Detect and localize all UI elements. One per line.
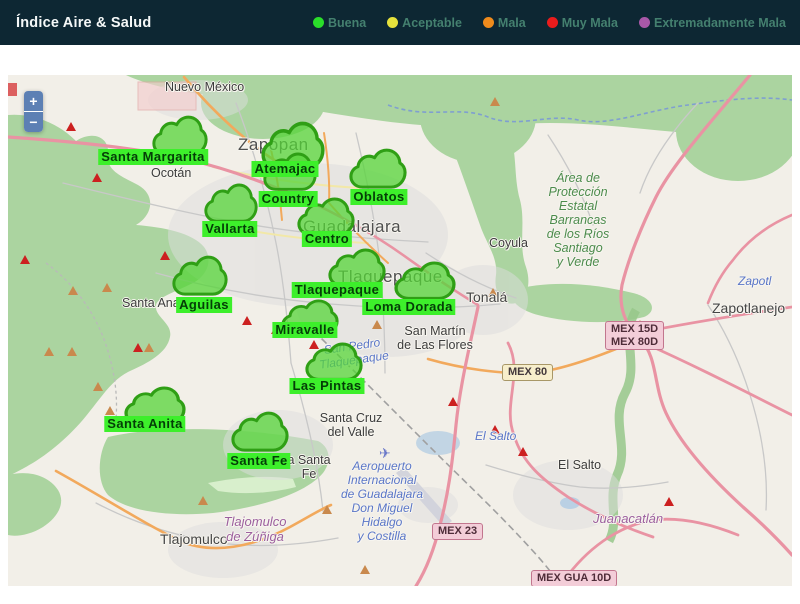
aqi-marker-aguilas[interactable] xyxy=(172,255,228,302)
legend-label: Mala xyxy=(498,16,526,30)
app-header: Índice Aire & Salud Buena Aceptable Mala Mu… xyxy=(0,0,800,45)
place-label: a Santa Fe xyxy=(287,453,330,481)
peak-icon xyxy=(372,320,382,329)
marker-label-santa-margarita[interactable]: Santa Margarita xyxy=(98,149,208,165)
cloud-icon xyxy=(231,411,289,453)
cloud-icon xyxy=(349,148,407,190)
place-label: Zapotlanejo xyxy=(712,300,785,316)
place-label: El Salto xyxy=(558,458,601,472)
peak-icon xyxy=(160,251,170,260)
peak-icon xyxy=(102,283,112,292)
peak-icon xyxy=(67,347,77,356)
place-label: San Martín de Las Flores xyxy=(397,324,473,352)
legend-dot-icon xyxy=(547,17,558,28)
legend-dot-icon xyxy=(483,17,494,28)
marker-label-las-pintas[interactable]: Las Pintas xyxy=(289,378,364,394)
place-label: Santa Cruz del Valle xyxy=(320,411,383,439)
zoom-out-button[interactable]: − xyxy=(24,112,43,132)
marker-label-aguilas[interactable]: Aguilas xyxy=(176,297,232,313)
place-label: Tonalá xyxy=(466,289,507,305)
peak-icon xyxy=(242,316,252,325)
place-label: Nuevo México xyxy=(165,80,244,94)
airport-icon: ✈ xyxy=(379,445,391,462)
peak-icon xyxy=(448,397,458,406)
peak-icon xyxy=(490,97,500,106)
cloud-icon xyxy=(204,183,258,224)
zoom-in-button[interactable]: + xyxy=(24,91,43,111)
marker-label-atemajac[interactable]: Atemajac xyxy=(251,161,318,177)
marker-label-country[interactable]: Country xyxy=(259,191,318,207)
place-label: Coyula xyxy=(489,236,528,250)
marker-label-loma-dorada[interactable]: Loma Dorada xyxy=(362,299,455,315)
legend-dot-icon xyxy=(639,17,650,28)
legend-dot-icon xyxy=(387,17,398,28)
road-shield: MEX GUA 10D xyxy=(531,570,617,586)
aqi-marker-oblatos[interactable] xyxy=(349,148,407,195)
marker-label-miravalle[interactable]: Miravalle xyxy=(272,322,337,338)
marker-label-santa-anita[interactable]: Santa Anita xyxy=(104,416,185,432)
road-shield: MEX 23 xyxy=(432,523,483,540)
peak-icon xyxy=(664,497,674,506)
place-label: Tlajomulco de Zúñiga xyxy=(224,514,287,544)
map-canvas[interactable]: Nuevo MéxicoSan Juan deOcotánZapopanGuad… xyxy=(8,75,792,586)
road-shield: MEX 80 xyxy=(502,364,553,381)
peak-icon xyxy=(68,286,78,295)
legend-item-extremadamente-mala: Extremadamente Mala xyxy=(639,16,786,30)
peak-icon xyxy=(360,565,370,574)
place-label: Zapotl xyxy=(738,274,771,288)
place-label: Aeropuerto Internacional de Guadalajara … xyxy=(341,459,423,543)
legend-item-muy-mala: Muy Mala xyxy=(547,16,618,30)
legend-label: Extremadamente Mala xyxy=(654,16,786,30)
peak-icon xyxy=(44,347,54,356)
cloud-icon xyxy=(305,342,363,382)
legend-label: Buena xyxy=(328,16,366,30)
peak-icon xyxy=(66,122,76,131)
peak-icon xyxy=(93,382,103,391)
marker-label-vallarta[interactable]: Vallarta xyxy=(202,221,257,237)
peak-icon xyxy=(322,505,332,514)
peak-icon xyxy=(20,255,30,264)
peak-icon xyxy=(144,343,154,352)
peak-icon xyxy=(518,447,528,456)
peak-icon xyxy=(198,496,208,505)
zoom-control: + − xyxy=(24,91,43,132)
marker-label-centro[interactable]: Centro xyxy=(302,231,352,247)
peak-icon xyxy=(105,406,115,415)
place-label: Juanacatlán xyxy=(593,511,663,526)
marker-label-santa-fe[interactable]: Santa Fe xyxy=(227,453,290,469)
legend-item-mala: Mala xyxy=(483,16,526,30)
road-shield: MEX 15D MEX 80D xyxy=(605,321,664,350)
legend-item-aceptable: Aceptable xyxy=(387,16,462,30)
place-label: El Salto xyxy=(475,429,516,443)
marker-label-tlaquepaque[interactable]: Tlaquepaque xyxy=(292,282,383,298)
legend-label: Muy Mala xyxy=(562,16,618,30)
marker-label-oblatos[interactable]: Oblatos xyxy=(350,189,407,205)
aqi-legend: Buena Aceptable Mala Muy Mala Extremadamente… xyxy=(313,16,800,30)
cloud-icon xyxy=(172,255,228,297)
legend-label: Aceptable xyxy=(402,16,462,30)
aqi-marker-santa-fe[interactable] xyxy=(231,411,289,458)
peak-icon xyxy=(133,343,143,352)
place-label: Tlajomulco xyxy=(160,531,228,547)
place-label: Ocotán xyxy=(151,166,191,180)
legend-item-buena: Buena xyxy=(313,16,366,30)
peak-icon xyxy=(92,173,102,182)
app-title: Índice Aire & Salud xyxy=(0,15,151,31)
cloud-icon xyxy=(394,261,456,301)
legend-dot-icon xyxy=(313,17,324,28)
place-label: Área de Protección Estatal Barrancas de … xyxy=(547,171,610,269)
